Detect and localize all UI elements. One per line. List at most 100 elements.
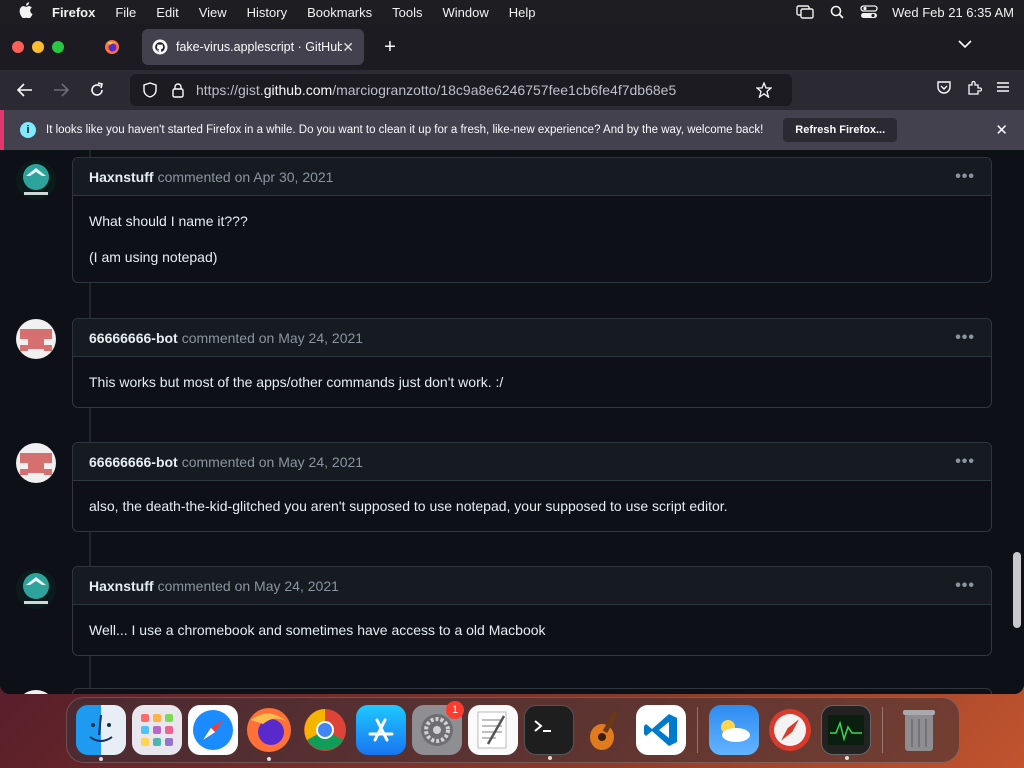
refresh-firefox-button[interactable]: Refresh Firefox...	[783, 118, 898, 142]
comment-meta[interactable]: commented on May 24, 2021	[158, 578, 339, 594]
list-all-tabs-icon[interactable]	[958, 36, 972, 52]
tab-bar: fake-virus.applescript · GitHub ✕ +	[0, 24, 1024, 70]
control-center-icon[interactable]	[860, 5, 878, 19]
trash-app[interactable]	[894, 705, 944, 755]
info-icon: i	[20, 122, 36, 138]
comment-card-partial	[72, 688, 992, 694]
comment-meta[interactable]: commented on Apr 30, 2021	[158, 169, 334, 185]
menu-history[interactable]: History	[237, 5, 297, 20]
firefox-app[interactable]	[244, 705, 294, 761]
comment-card: 66666666-bot commented on May 24, 2021 •…	[72, 442, 992, 533]
extensions-icon[interactable]	[966, 80, 983, 101]
bot-identicon-icon	[16, 443, 56, 483]
page-scrollbar[interactable]	[1010, 150, 1024, 694]
menu-bar-clock[interactable]: Wed Feb 21 6:35 AM	[892, 5, 1014, 20]
weather-icon	[721, 720, 750, 742]
new-tab-button[interactable]: +	[378, 36, 402, 59]
launchpad-icon	[141, 714, 173, 746]
comment-options-icon[interactable]: •••	[955, 329, 975, 347]
comment-meta[interactable]: commented on May 24, 2021	[182, 454, 363, 470]
zoom-window-button[interactable]	[52, 41, 64, 53]
comment-author[interactable]: Haxnstuff	[89, 169, 154, 185]
macos-dock: 1	[66, 697, 960, 763]
menu-tools[interactable]: Tools	[382, 5, 432, 20]
minimize-window-button[interactable]	[32, 41, 44, 53]
firefox-window: fake-virus.applescript · GitHub ✕ + http…	[0, 24, 1024, 694]
window-controls	[12, 41, 64, 53]
avatar-partial[interactable]	[16, 690, 56, 694]
terminal-icon	[534, 720, 551, 732]
tab-title: fake-virus.applescript · GitHub	[176, 40, 343, 54]
comment-paragraph: (I am using notepad)	[89, 249, 218, 266]
dock-separator	[697, 707, 698, 753]
hamburger-menu-icon[interactable]	[996, 80, 1010, 101]
weather-app[interactable]	[709, 705, 759, 755]
garageband-icon	[590, 711, 619, 750]
menu-bookmarks[interactable]: Bookmarks	[297, 5, 382, 20]
pinned-firefox-tab[interactable]	[94, 29, 130, 65]
reload-button[interactable]	[82, 75, 112, 105]
textedit-app[interactable]	[468, 705, 518, 755]
avatar-haxnstuff[interactable]	[16, 569, 56, 609]
comment-options-icon[interactable]: •••	[955, 168, 975, 186]
garageband-app[interactable]	[580, 705, 630, 755]
haxnstuff-avatar-icon	[16, 160, 56, 200]
url-host: github.com	[263, 82, 333, 98]
address-bar[interactable]: https://gist.github.com/marciogranzotto/…	[130, 74, 792, 106]
comment-options-icon[interactable]: •••	[955, 453, 975, 471]
screen-mirroring-icon[interactable]	[796, 5, 814, 19]
app-store-icon	[368, 718, 394, 742]
back-button[interactable]	[10, 75, 40, 105]
tracking-protection-shield-icon[interactable]	[140, 82, 160, 98]
menu-edit[interactable]: Edit	[146, 5, 188, 20]
running-indicator	[267, 757, 271, 761]
avatar-haxnstuff[interactable]	[16, 160, 56, 200]
running-indicator	[845, 756, 849, 760]
comment-meta[interactable]: commented on May 24, 2021	[182, 330, 363, 346]
launchpad-app[interactable]	[132, 705, 182, 755]
bot-identicon-icon	[16, 319, 56, 359]
chrome-app[interactable]	[300, 705, 350, 755]
chrome-icon	[304, 709, 346, 751]
menu-window[interactable]: Window	[433, 5, 499, 20]
system-settings-app[interactable]: 1	[412, 701, 464, 755]
menu-file[interactable]: File	[105, 5, 146, 20]
close-tab-icon[interactable]: ✕	[342, 39, 354, 56]
finder-app[interactable]	[76, 705, 126, 761]
vscode-app[interactable]	[636, 705, 686, 755]
arrow-right-icon	[54, 83, 69, 97]
menu-bar: Firefox File Edit View History Bookmarks…	[0, 0, 1024, 24]
lock-icon[interactable]	[168, 82, 188, 98]
avatar-66666666-bot[interactable]	[16, 319, 56, 359]
safari-app[interactable]	[188, 705, 238, 755]
menu-help[interactable]: Help	[499, 5, 546, 20]
comment-paragraph: also, the death-the-kid-glitched you are…	[89, 498, 728, 514]
comment-author[interactable]: 66666666-bot	[89, 330, 178, 346]
close-notification-icon[interactable]: ✕	[995, 121, 1008, 139]
terminal-app[interactable]	[524, 705, 574, 760]
forward-button[interactable]	[46, 75, 76, 105]
close-window-button[interactable]	[12, 41, 24, 53]
comment-paragraph: This works but most of the apps/other co…	[89, 374, 504, 390]
safari-dev-app[interactable]	[765, 705, 815, 755]
haxnstuff-avatar-icon	[16, 569, 56, 609]
app-store-app[interactable]	[356, 705, 406, 755]
comment-body: This works but most of the apps/other co…	[73, 357, 991, 407]
menu-view[interactable]: View	[189, 5, 237, 20]
comment-options-icon[interactable]: •••	[955, 577, 975, 595]
scrollbar-thumb[interactable]	[1013, 552, 1021, 628]
refresh-firefox-notification: i It looks like you haven't started Fire…	[0, 110, 1024, 150]
comment-author[interactable]: Haxnstuff	[89, 578, 154, 594]
avatar-66666666-bot[interactable]	[16, 443, 56, 483]
tab-fake-virus-gist[interactable]: fake-virus.applescript · GitHub ✕	[142, 29, 364, 65]
activity-monitor-icon	[828, 715, 864, 745]
comment-author[interactable]: 66666666-bot	[89, 454, 178, 470]
finder-icon	[89, 714, 113, 742]
bookmark-star-icon[interactable]	[754, 82, 774, 98]
url-text[interactable]: https://gist.github.com/marciogranzotto/…	[196, 82, 754, 98]
pocket-icon[interactable]	[936, 80, 952, 101]
activity-monitor-app[interactable]	[821, 705, 871, 760]
spotlight-search-icon[interactable]	[828, 5, 846, 19]
apple-menu-icon[interactable]	[10, 2, 42, 22]
menu-app-name[interactable]: Firefox	[42, 5, 105, 20]
